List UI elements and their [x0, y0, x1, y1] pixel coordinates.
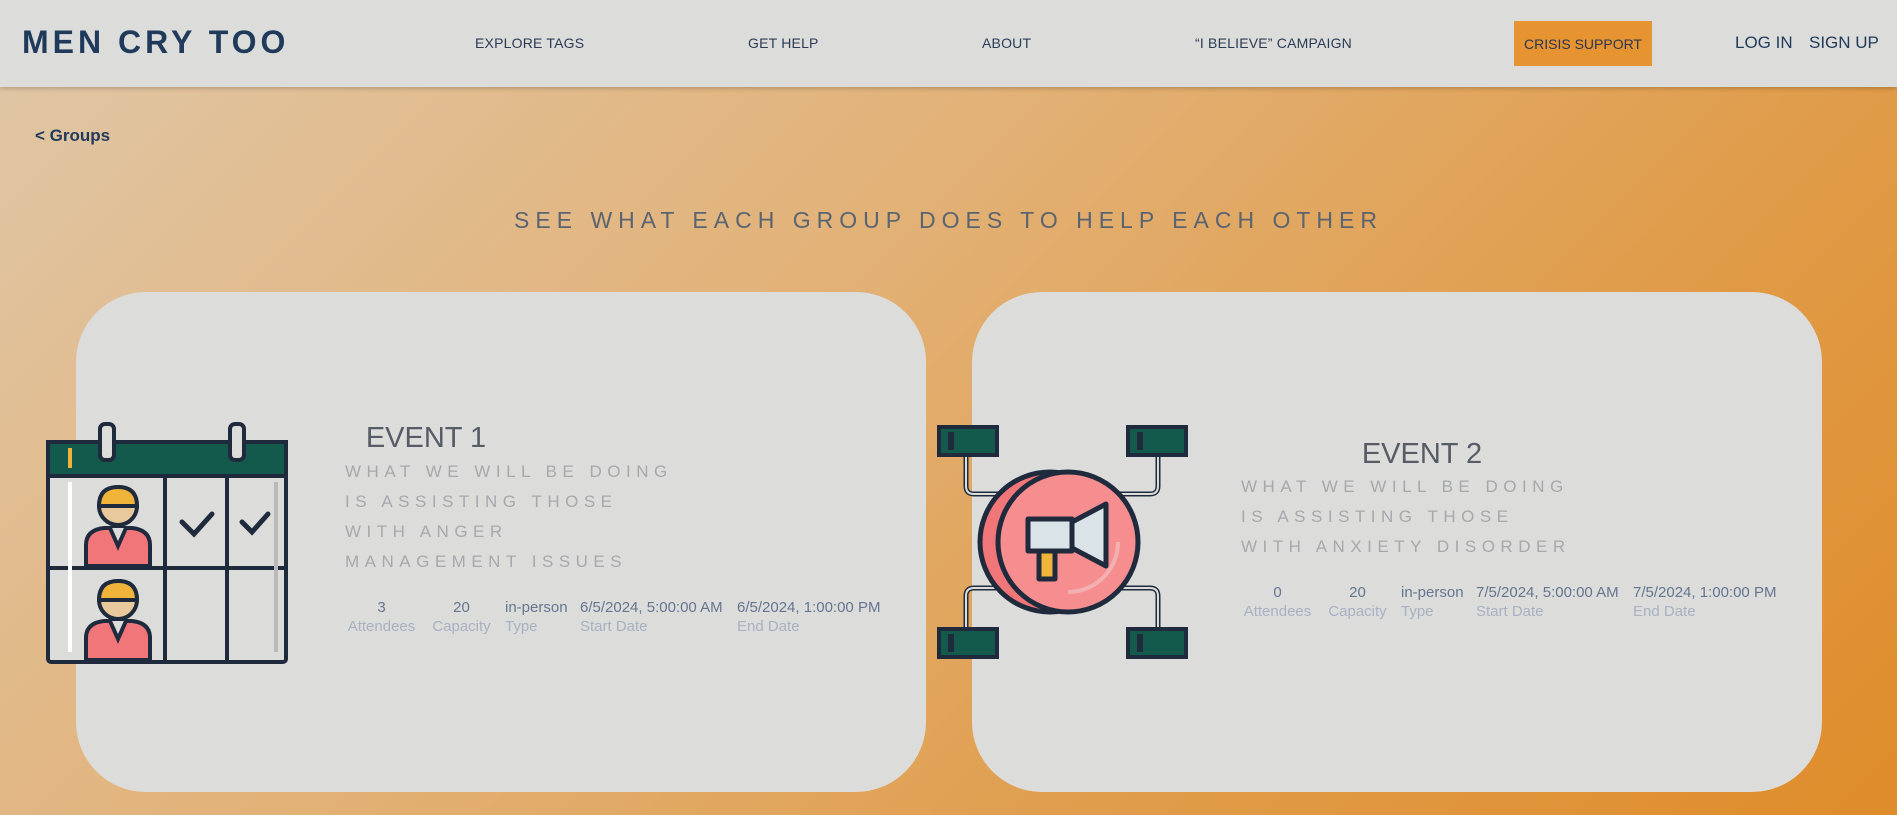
- event-description-line: WHAT WE WILL BE DOING: [1241, 477, 1569, 496]
- stat-label: Capacity: [1328, 603, 1387, 620]
- event-description: WHAT WE WILL BE DOING IS ASSISTING THOSE…: [1241, 472, 1661, 562]
- signup-link[interactable]: SIGN UP: [1809, 33, 1879, 53]
- top-navbar: MEN CRY TOO EXPLORE TAGS GET HELP ABOUT …: [0, 0, 1897, 87]
- stat-label: Attendees: [1243, 603, 1312, 620]
- stat-label: Start Date: [1476, 603, 1544, 620]
- stat-attendees: 0 Attendees: [1241, 584, 1314, 620]
- nav-explore-tags[interactable]: EXPLORE TAGS: [475, 35, 584, 51]
- stat-label: Attendees: [347, 618, 416, 635]
- stat-value: 6/5/2024, 5:00:00 AM: [580, 599, 723, 616]
- stat-start-date: 6/5/2024, 5:00:00 AM Start Date: [580, 599, 725, 635]
- site-logo[interactable]: MEN CRY TOO: [22, 24, 289, 61]
- stat-type: in-person Type: [505, 599, 568, 635]
- stat-value: in-person: [505, 599, 568, 616]
- stat-value: 0: [1273, 584, 1282, 601]
- stat-value: 7/5/2024, 1:00:00 PM: [1633, 584, 1777, 601]
- stat-label: Type: [505, 618, 538, 635]
- stat-value: 20: [1349, 584, 1366, 601]
- stat-end-date: 7/5/2024, 1:00:00 PM End Date: [1633, 584, 1783, 620]
- event-description-line: IS ASSISTING THOSE: [1241, 507, 1514, 526]
- stat-value: 6/5/2024, 1:00:00 PM: [737, 599, 881, 616]
- event-description: WHAT WE WILL BE DOING IS ASSISTING THOSE…: [345, 457, 765, 577]
- stat-label: End Date: [1633, 603, 1696, 620]
- event-description-line: WITH ANXIETY DISORDER: [1241, 537, 1571, 556]
- event-description-line: WITH ANGER: [345, 522, 508, 541]
- calendar-schedule-icon: [46, 422, 288, 664]
- nav-about[interactable]: ABOUT: [982, 35, 1031, 51]
- stat-type: in-person Type: [1401, 584, 1464, 620]
- stat-attendees: 3 Attendees: [345, 599, 418, 635]
- event-title: EVENT 1: [365, 422, 487, 454]
- megaphone-network-icon: [937, 425, 1188, 659]
- crisis-support-button[interactable]: CRISIS SUPPORT: [1514, 21, 1652, 66]
- stat-end-date: 6/5/2024, 1:00:00 PM End Date: [737, 599, 887, 635]
- event-stats: 3 Attendees 20 Capacity in-person Type 6…: [345, 599, 899, 635]
- stat-label: Start Date: [580, 618, 648, 635]
- event-title: EVENT 2: [1361, 438, 1483, 470]
- stat-label: Type: [1401, 603, 1434, 620]
- stat-value: 20: [453, 599, 470, 616]
- event-description-line: IS ASSISTING THOSE: [345, 492, 618, 511]
- stat-capacity: 20 Capacity: [1326, 584, 1389, 620]
- event-description-line: WHAT WE WILL BE DOING: [345, 462, 673, 481]
- page-heading: SEE WHAT EACH GROUP DOES TO HELP EACH OT…: [514, 207, 1383, 233]
- stat-value: in-person: [1401, 584, 1464, 601]
- event-description-line: MANAGEMENT ISSUES: [345, 552, 628, 571]
- event-stats: 0 Attendees 20 Capacity in-person Type 7…: [1241, 584, 1795, 620]
- back-to-groups-link[interactable]: < Groups: [35, 126, 110, 146]
- stat-value: 7/5/2024, 5:00:00 AM: [1476, 584, 1619, 601]
- stat-label: Capacity: [432, 618, 491, 635]
- stat-start-date: 7/5/2024, 5:00:00 AM Start Date: [1476, 584, 1621, 620]
- login-link[interactable]: LOG IN: [1735, 33, 1793, 53]
- nav-get-help[interactable]: GET HELP: [748, 35, 819, 51]
- nav-i-believe-campaign[interactable]: “I BELIEVE” CAMPAIGN: [1195, 35, 1352, 51]
- stat-value: 3: [377, 599, 386, 616]
- stat-capacity: 20 Capacity: [430, 599, 493, 635]
- stat-label: End Date: [737, 618, 800, 635]
